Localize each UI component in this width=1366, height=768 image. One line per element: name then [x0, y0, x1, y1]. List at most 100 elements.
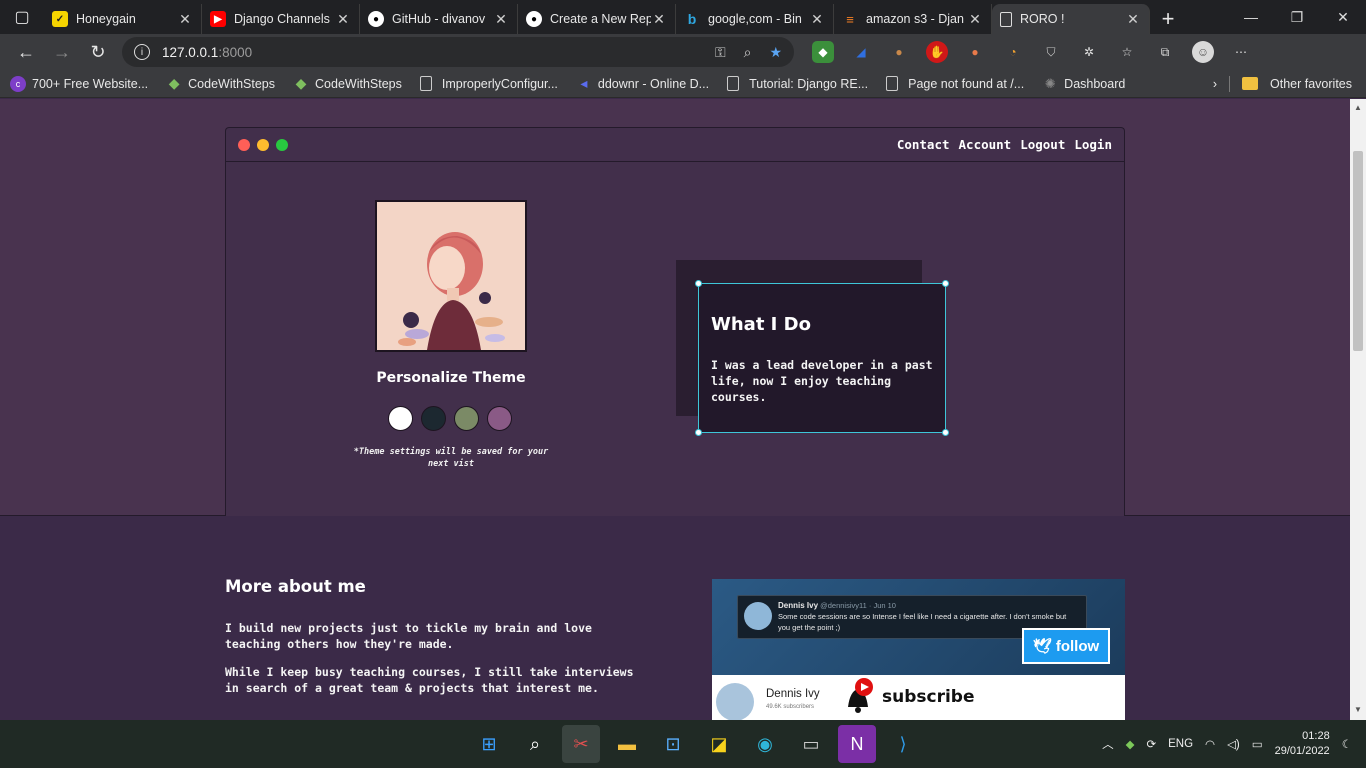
file-explorer-icon[interactable]: ▬ — [608, 725, 646, 763]
close-icon[interactable]: ✕ — [335, 11, 351, 28]
search-icon[interactable]: ⌕ — [516, 725, 554, 763]
collections-icon[interactable]: ⧉ — [1154, 41, 1176, 63]
green-dot-icon — [276, 138, 288, 151]
resize-handle[interactable] — [695, 429, 702, 436]
more-menu-icon[interactable]: ⋯ — [1230, 41, 1252, 63]
swatch-white[interactable] — [388, 406, 413, 431]
tweet-name: Dennis Ivy — [778, 601, 819, 610]
clock[interactable]: 01:28 29/01/2022 — [1275, 729, 1330, 759]
tab-bing[interactable]: b google,com - Bin ✕ — [676, 4, 834, 34]
restore-icon[interactable]: ❐ — [1274, 0, 1320, 34]
sync-icon[interactable]: ⟳ — [1146, 737, 1156, 751]
tab-roro[interactable]: RORO ! ✕ — [992, 4, 1150, 34]
close-icon[interactable]: ✕ — [177, 11, 193, 28]
info-icon[interactable]: i — [134, 44, 150, 60]
minimize-icon[interactable]: — — [1228, 0, 1274, 34]
tray-app-icon[interactable]: ◆ — [1126, 737, 1135, 751]
resize-handle[interactable] — [695, 280, 702, 287]
system-tray: ︿ ◆ ⟳ ENG ◠ ◁) ▭ 01:28 29/01/2022 ☾ — [1102, 720, 1352, 768]
bookmark-item[interactable]: Tutorial: Django RE... — [727, 76, 868, 91]
close-icon[interactable]: ✕ — [967, 11, 983, 28]
onenote-icon[interactable]: N — [838, 725, 876, 763]
resize-handle[interactable] — [942, 280, 949, 287]
favorite-star-icon[interactable]: ★ — [769, 44, 782, 61]
forward-icon[interactable]: → — [44, 37, 80, 67]
swatch-dark[interactable] — [421, 406, 446, 431]
bookmark-label: CodeWithSteps — [188, 76, 276, 91]
zoom-icon[interactable]: ⌕ — [744, 44, 752, 61]
refresh-icon[interactable]: ↻ — [80, 37, 116, 67]
chevron-up-icon[interactable]: ︿ — [1102, 736, 1114, 752]
github-icon: ● — [368, 11, 384, 27]
bookmark-item[interactable]: c 700+ Free Website... — [10, 75, 148, 92]
bookmark-item[interactable]: ◆ CodeWithSteps — [166, 75, 276, 92]
tab-amazon-s3[interactable]: ≡ amazon s3 - Djan ✕ — [834, 4, 992, 34]
battery-icon[interactable]: ▭ — [1252, 737, 1263, 751]
tab-django-channels[interactable]: ▶ Django Channels ✕ — [202, 4, 360, 34]
nav-login[interactable]: Login — [1074, 137, 1112, 152]
tab-create-repo[interactable]: ● Create a New Rep ✕ — [518, 4, 676, 34]
swatch-purple[interactable] — [487, 406, 512, 431]
store-icon[interactable]: ⊡ — [654, 725, 692, 763]
terminal-icon[interactable]: ▭ — [792, 725, 830, 763]
close-icon[interactable]: ✕ — [809, 11, 825, 28]
close-icon[interactable]: ✕ — [651, 11, 667, 28]
wifi-icon[interactable]: ◠ — [1205, 737, 1215, 751]
resize-handle[interactable] — [942, 429, 949, 436]
extensions-icon[interactable]: ✲ — [1078, 41, 1100, 63]
tab-actions-icon[interactable]: ▢ — [0, 0, 44, 34]
github-icon: ● — [526, 11, 542, 27]
shield-icon[interactable]: ⛉ — [1040, 41, 1062, 63]
bookmark-item[interactable]: Page not found at /... — [886, 76, 1024, 91]
back-icon[interactable]: ← — [8, 37, 44, 67]
page-scrollbar[interactable]: ▲ ▼ — [1350, 99, 1366, 720]
sticky-notes-icon[interactable]: ◪ — [700, 725, 738, 763]
bookmark-item[interactable]: ✺ Dashboard — [1042, 76, 1126, 92]
swatch-green[interactable] — [454, 406, 479, 431]
clock-date: 29/01/2022 — [1274, 745, 1330, 757]
chevron-right-icon[interactable]: › — [1213, 77, 1217, 91]
new-tab-button[interactable]: + — [1150, 4, 1186, 34]
favorites-icon[interactable]: ☆ — [1116, 41, 1138, 63]
focus-assist-icon[interactable]: ☾ — [1342, 737, 1352, 751]
edge-icon[interactable]: ◉ — [746, 725, 784, 763]
address-bar[interactable]: i 127.0.0.1:8000 ⚿ ⌕ ★ — [122, 37, 794, 67]
tab-title: RORO ! — [1020, 12, 1065, 26]
scroll-down-icon[interactable]: ▼ — [1354, 705, 1362, 714]
cookie-icon[interactable]: ● — [888, 41, 910, 63]
close-window-icon[interactable]: ✕ — [1320, 0, 1366, 34]
vscode-icon[interactable]: ⟩ — [884, 725, 922, 763]
snipping-tool-icon[interactable]: ✂ — [562, 725, 600, 763]
nav-logout[interactable]: Logout — [1020, 137, 1065, 152]
tab-honeygain[interactable]: ✓ Honeygain ✕ — [44, 4, 202, 34]
bookmark-item[interactable]: ◂ ddownr - Online D... — [576, 75, 709, 92]
bookmark-item[interactable]: ImproperlyConfigur... — [419, 76, 558, 91]
extension-icon[interactable]: ◢ — [850, 41, 872, 63]
diamond-icon: ◆ — [168, 75, 180, 91]
page-viewport: Contact Account Logout Login Personalize… — [0, 99, 1350, 720]
language-indicator[interactable]: ENG — [1168, 738, 1193, 750]
extension-icon[interactable]: ● — [964, 41, 986, 63]
nav-account[interactable]: Account — [959, 137, 1012, 152]
key-icon[interactable]: ⚿ — [715, 44, 726, 61]
bookmark-item[interactable]: ◆ CodeWithSteps — [293, 75, 402, 92]
more-about-title: More about me — [225, 577, 366, 596]
other-favorites[interactable]: Other favorites — [1270, 77, 1352, 91]
nav-contact[interactable]: Contact — [897, 137, 950, 152]
close-icon[interactable]: ✕ — [1125, 11, 1141, 28]
extension-icon[interactable]: ◆ — [812, 41, 834, 63]
scroll-up-icon[interactable]: ▲ — [1354, 103, 1362, 112]
scrollbar-thumb[interactable] — [1353, 151, 1363, 351]
divider — [1229, 75, 1231, 92]
adblock-icon[interactable]: ✋ — [926, 41, 948, 63]
timer-icon[interactable]: ◔ — [1002, 41, 1024, 63]
profile-avatar[interactable]: ☺ — [1192, 41, 1214, 63]
social-image: Dennis Ivy @dennisivy11 · Jun 10 Some co… — [712, 579, 1125, 720]
clock-time: 01:28 — [1302, 730, 1330, 742]
volume-icon[interactable]: ◁) — [1227, 737, 1240, 751]
windows-start-icon[interactable]: ⊞ — [470, 725, 508, 763]
bookmark-label: ImproperlyConfigur... — [441, 76, 558, 91]
close-icon[interactable]: ✕ — [493, 11, 509, 28]
what-i-do-card: What I Do I was a lead developer in a pa… — [698, 283, 946, 433]
tab-github-divanov[interactable]: ● GitHub - divanov ✕ — [360, 4, 518, 34]
